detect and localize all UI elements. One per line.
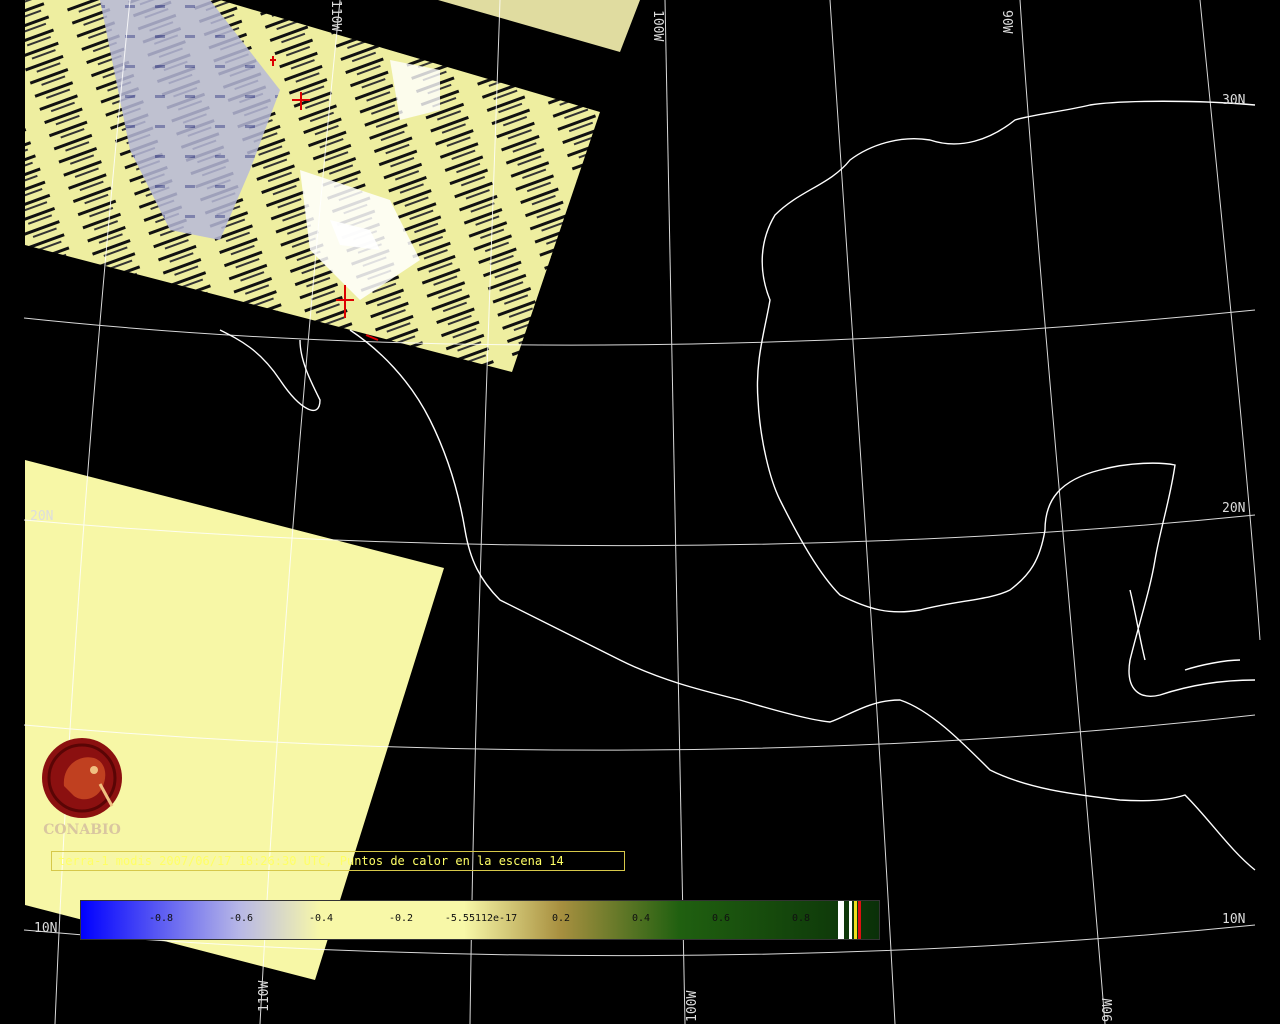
colorbar-tick-label: -5.55112e-17 (444, 913, 518, 924)
ndvi-colorbar: -0.8 -0.6 -0.4 -0.2 -5.55112e-17 0.2 0.4 0.6 0.8 (80, 900, 880, 940)
colorbar-white-mark (838, 901, 844, 939)
label-90w-top: 90W (999, 10, 1014, 34)
label-20n-left: 20N (30, 509, 53, 524)
colorbar-tick-label: 0.6 (711, 913, 731, 924)
label-100w-bottom: 100W (685, 991, 700, 1022)
satellite-scene-upper (25, 0, 600, 372)
label-110w-top: 110W (328, 0, 343, 31)
label-10n-right: 10N (1222, 912, 1245, 927)
scene-caption: terra-1 modis 2007/06/17 18:26:30 UTC, P… (51, 851, 625, 871)
label-10n-left: 10N (34, 921, 57, 936)
colorbar-tick-label: -0.2 (388, 913, 414, 924)
colorbar-yellow-mark (854, 901, 857, 939)
colorbar-white-mark-2 (849, 901, 852, 939)
colorbar-tick-label: -0.8 (148, 913, 174, 924)
conabio-emblem-icon (42, 738, 122, 818)
label-20n-right: 20N (1222, 501, 1245, 516)
colorbar-tick-label: 0.8 (791, 913, 811, 924)
label-30n-right: 30N (1222, 93, 1245, 108)
map-viewer: 110W 100W 90W 110W 100W 90W 30N 20N 10N … (0, 0, 1280, 1024)
colorbar-red-mark (858, 901, 861, 939)
satellite-scene-corner (438, 0, 640, 52)
label-100w-top: 100W (650, 10, 665, 41)
colorbar-tick-label: -0.6 (228, 913, 254, 924)
conabio-logo-text: CONABIO (43, 822, 121, 838)
colorbar-tick-label: -0.4 (308, 913, 334, 924)
colorbar-tick-label: 0.4 (631, 913, 651, 924)
conabio-logo: CONABIO (34, 736, 130, 844)
label-110w-bottom: 110W (257, 981, 272, 1012)
colorbar-tick-label: 0.2 (551, 913, 571, 924)
label-90w-bottom: 90W (1101, 998, 1116, 1022)
